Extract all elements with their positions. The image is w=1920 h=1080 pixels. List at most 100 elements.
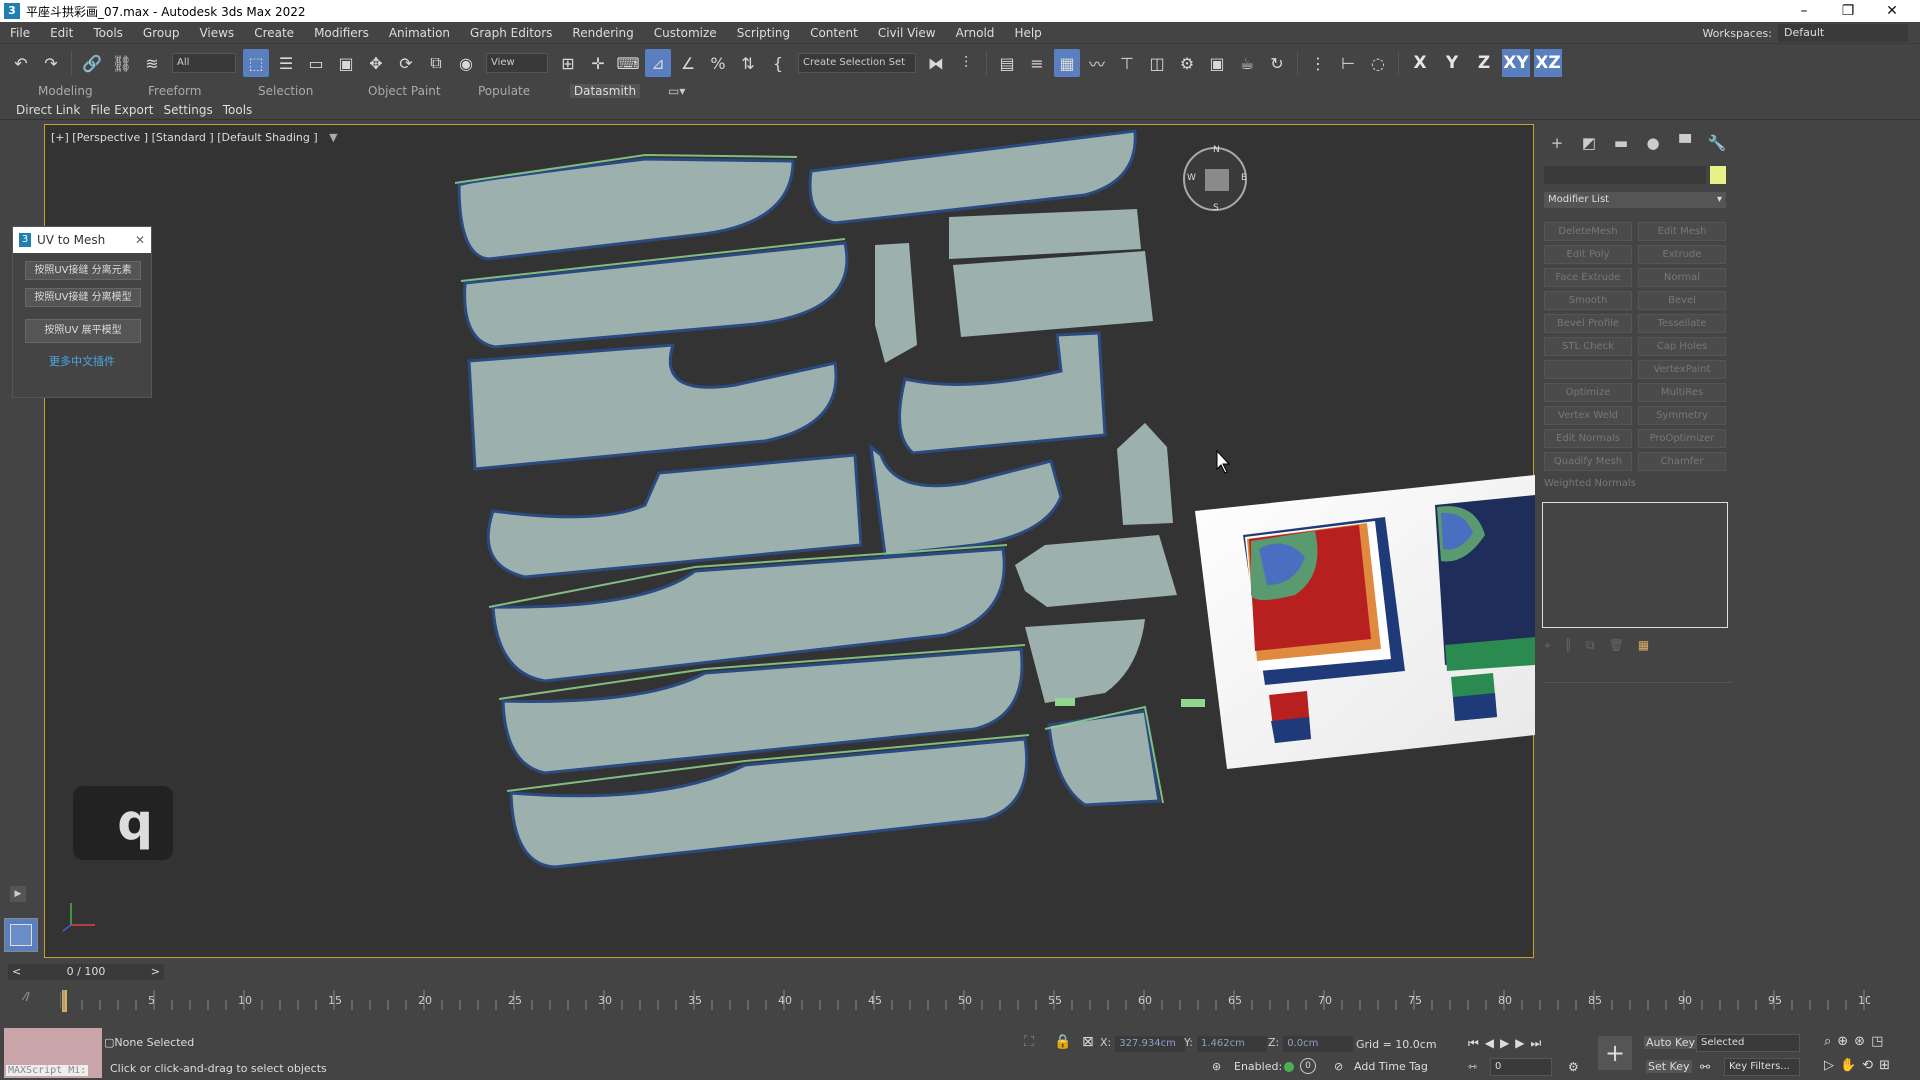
bind-spacewarp-icon[interactable]: ≋	[139, 49, 165, 77]
menu-edit[interactable]: Edit	[40, 22, 83, 44]
set-key-big-icon[interactable]: +	[1598, 1036, 1632, 1070]
viewcube-east[interactable]: E	[1241, 173, 1247, 183]
auto-key-button[interactable]: Auto Key	[1644, 1036, 1697, 1049]
render-setup-icon[interactable]: ⚙	[1174, 49, 1200, 77]
time-tag-icon[interactable]: ⊘	[1334, 1060, 1343, 1073]
time-slider-frame[interactable]: 0 / 100	[67, 965, 106, 978]
settings-button[interactable]: Settings	[164, 103, 213, 117]
menu-civil-view[interactable]: Civil View	[868, 22, 946, 44]
rect-selection-icon[interactable]: ▭	[303, 49, 329, 77]
time-slider-prev[interactable]: <	[12, 964, 21, 980]
rotate-icon[interactable]: ⟳	[393, 49, 419, 77]
minimize-button[interactable]: –	[1782, 0, 1826, 22]
create-selection-set-select[interactable]: Create Selection Set	[798, 53, 916, 73]
key-mode-icon[interactable]: ⇿	[1468, 1060, 1477, 1073]
render-iterative-icon[interactable]: ↻	[1264, 49, 1290, 77]
detach-elements-button[interactable]: 按照UV接缝 分离元素	[25, 261, 141, 280]
unlink-icon[interactable]: ⛓	[109, 49, 135, 77]
modifier-button[interactable]: Bevel	[1638, 291, 1726, 310]
modifier-button[interactable]: ProOptimizer	[1638, 429, 1726, 448]
maxscript-listener[interactable]: MAXScript Mi:	[4, 1028, 102, 1078]
lock-selection-icon[interactable]: 🔒	[1054, 1034, 1071, 1050]
layer-explorer-icon[interactable]: ≡	[1024, 49, 1050, 77]
menu-arnold[interactable]: Arnold	[946, 22, 1005, 44]
curve-editor-mini-icon[interactable]: ⁄∕	[24, 990, 30, 1003]
modifier-button[interactable]: MultiRes	[1638, 383, 1726, 402]
object-name-field[interactable]	[1544, 166, 1706, 184]
modifier-button[interactable]: Extrude	[1638, 245, 1726, 264]
tab-object-paint[interactable]: Object Paint	[368, 84, 478, 98]
tab-modeling[interactable]: Modeling	[38, 84, 148, 98]
coord-x-field[interactable]: 327.934cm	[1115, 1036, 1186, 1052]
modifier-button[interactable]: Face Extrude	[1544, 268, 1632, 287]
coord-z-field[interactable]: 0.0cm	[1283, 1036, 1354, 1052]
enabled-indicator[interactable]	[1284, 1062, 1294, 1072]
tab-freeform[interactable]: Freeform	[148, 84, 258, 98]
key-filter-icon[interactable]: ⚯	[1700, 1060, 1710, 1074]
modifier-button[interactable]: Bevel Profile	[1544, 314, 1632, 333]
make-unique-icon[interactable]: ⧉	[1586, 638, 1595, 653]
viewport-layout-icon[interactable]	[4, 918, 38, 952]
curve-editor-icon[interactable]: 〰	[1084, 49, 1110, 77]
mirror-icon[interactable]: ⧓	[923, 49, 949, 77]
modifier-button[interactable]: Edit Normals	[1544, 429, 1632, 448]
grid-icon[interactable]: ⋮	[1305, 49, 1331, 77]
hierarchy-tab-icon[interactable]: ▬	[1608, 132, 1634, 154]
modifier-button[interactable]: Symmetry	[1638, 406, 1726, 425]
viewcube-west[interactable]: W	[1187, 173, 1196, 183]
playback-controls[interactable]: ⏮◀▶▶⏭	[1468, 1036, 1547, 1051]
set-key-button[interactable]: Set Key	[1646, 1060, 1692, 1073]
tab-selection[interactable]: Selection	[258, 84, 368, 98]
configure-sets-icon[interactable]: ▦	[1638, 638, 1649, 653]
viewcube-north[interactable]: N	[1213, 145, 1220, 155]
viewcube-south[interactable]: S	[1213, 203, 1219, 213]
axis-y-button[interactable]: Y	[1438, 49, 1466, 77]
modifier-button[interactable]: Quadify Mesh	[1544, 452, 1632, 471]
edit-named-selection-icon[interactable]: {	[765, 49, 791, 77]
remove-modifier-icon[interactable]: 🗑	[1609, 638, 1624, 653]
time-tag-icon[interactable]: ⊛	[1212, 1060, 1221, 1073]
window-crossing-icon[interactable]: ▣	[333, 49, 359, 77]
detach-models-button[interactable]: 按照UV接缝 分离模型	[25, 288, 141, 307]
scale-icon[interactable]: ⧉	[423, 49, 449, 77]
utilities-tab-icon[interactable]: 🔧	[1704, 132, 1730, 154]
menu-rendering[interactable]: Rendering	[562, 22, 643, 44]
object-color-swatch[interactable]	[1710, 166, 1726, 184]
modifier-list-dropdown[interactable]: Modifier List ▾	[1544, 192, 1726, 208]
rendered-frame-icon[interactable]: ▣	[1204, 49, 1230, 77]
menu-scripting[interactable]: Scripting	[727, 22, 800, 44]
undo-icon[interactable]: ↶	[8, 49, 34, 77]
tab-datasmith[interactable]: Datasmith	[570, 84, 640, 98]
manipulate-icon[interactable]: ✛	[585, 49, 611, 77]
direct-link-button[interactable]: Direct Link	[16, 103, 80, 117]
select-by-name-icon[interactable]: ☰	[273, 49, 299, 77]
close-button[interactable]: ✕	[1870, 0, 1914, 22]
snap-toggle-icon[interactable]: ⊿	[645, 49, 671, 77]
current-frame-field[interactable]: 0	[1490, 1058, 1552, 1076]
axis-xy-button[interactable]: XY	[1502, 49, 1530, 77]
viewcube[interactable]: N W E S	[1183, 145, 1247, 213]
modifier-button[interactable]: Vertex Weld	[1544, 406, 1632, 425]
key-set-select[interactable]: Selected	[1696, 1034, 1800, 1052]
workspaces-select[interactable]: Default	[1778, 24, 1908, 42]
display-tab-icon[interactable]: ▀	[1672, 132, 1698, 154]
move-icon[interactable]: ✥	[363, 49, 389, 77]
menu-graph-editors[interactable]: Graph Editors	[460, 22, 562, 44]
time-config-icon[interactable]: ⚙	[1568, 1060, 1579, 1074]
modifier-button[interactable]: Edit Poly	[1544, 245, 1632, 264]
reference-coord-select[interactable]: View	[486, 53, 548, 73]
weighted-normals-label[interactable]: Weighted Normals	[1544, 478, 1636, 489]
timeline-track[interactable]: 5 10 15 20 25 30 35 40 45 50 55 60 65 70 75 80 85 90 95 100	[60, 986, 1870, 1016]
file-export-button[interactable]: File Export	[90, 103, 153, 117]
pin-stack-icon[interactable]: ⌖	[1544, 638, 1551, 653]
modifier-button[interactable]: DeleteMesh	[1544, 222, 1632, 241]
schematic-view-icon[interactable]: ⊤	[1114, 49, 1140, 77]
motion-tab-icon[interactable]: ●	[1640, 132, 1666, 154]
absolute-mode-icon[interactable]: ⊠	[1082, 1034, 1094, 1050]
expand-icon[interactable]: ▶	[10, 886, 26, 902]
time-slider-next[interactable]: >	[151, 964, 160, 980]
scene-explorer-icon[interactable]: ▤	[994, 49, 1020, 77]
menu-views[interactable]: Views	[189, 22, 244, 44]
selection-lock-icon[interactable]: ◌	[1365, 49, 1391, 77]
modifier-stack[interactable]	[1542, 502, 1728, 628]
